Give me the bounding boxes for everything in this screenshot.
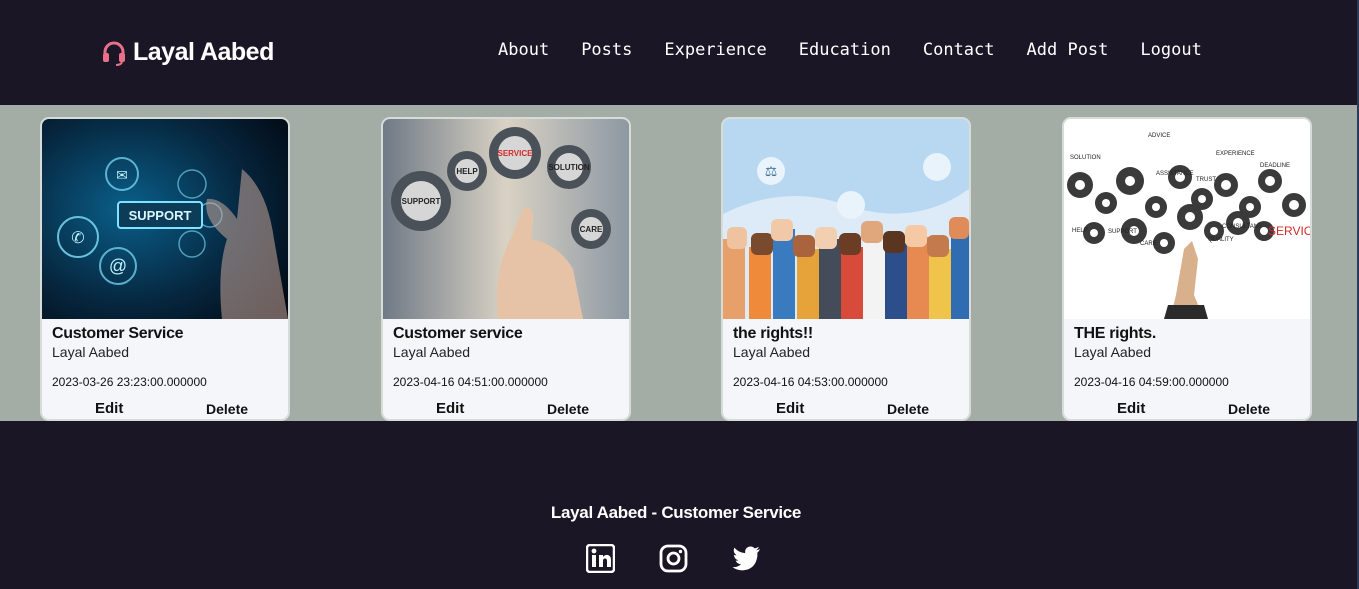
delete-button[interactable]: Delete	[547, 401, 589, 417]
nav-about[interactable]: About	[498, 40, 549, 60]
delete-button[interactable]: Delete	[887, 401, 929, 417]
svg-text:✉: ✉	[116, 167, 128, 183]
post-image-gears-network: SOLUTION ADVICE EXPERIENCE ASSISTANCE TR…	[1064, 119, 1310, 319]
svg-text:SOLUTION: SOLUTION	[548, 163, 590, 172]
brand-link[interactable]: Layal Aabed	[101, 38, 274, 67]
post-author: Layal Aabed	[393, 344, 471, 360]
edit-button[interactable]: Edit	[1117, 400, 1145, 417]
edit-button[interactable]: Edit	[95, 400, 123, 417]
post-card: SOLUTION ADVICE EXPERIENCE ASSISTANCE TR…	[1062, 117, 1312, 421]
post-title: Customer Service	[52, 325, 184, 342]
svg-text:SERVICE: SERVICE	[498, 149, 534, 158]
footer: Layal Aabed - Customer Service	[0, 421, 1357, 589]
instagram-link[interactable]	[659, 544, 688, 573]
svg-text:SUPPORT: SUPPORT	[402, 197, 441, 206]
edit-button[interactable]: Edit	[436, 400, 464, 417]
svg-text:SOLUTION: SOLUTION	[1070, 155, 1101, 161]
nav-menu: About Posts Experience Education Contact…	[498, 40, 1234, 60]
nav-education[interactable]: Education	[799, 40, 891, 60]
post-card: ⚖ the rights!! Layal Aabed 2023-04-16 04…	[721, 117, 971, 421]
post-image-support: SUPPORT ✆ @ ✉	[42, 119, 288, 319]
svg-text:SUPPORT: SUPPORT	[1108, 229, 1137, 235]
posts-section: SUPPORT ✆ @ ✉ Customer Service Layal Aab…	[0, 105, 1357, 421]
brand-name: Layal Aabed	[133, 38, 274, 66]
svg-text:@: @	[109, 256, 127, 276]
edit-button[interactable]: Edit	[776, 400, 804, 417]
post-date: 2023-04-16 04:53:00.000000	[733, 375, 888, 389]
linkedin-link[interactable]	[586, 544, 615, 573]
svg-text:ADVICE: ADVICE	[1148, 133, 1170, 139]
headset-icon	[103, 41, 125, 66]
post-author: Layal Aabed	[52, 344, 130, 360]
post-date: 2023-04-16 04:59:00.000000	[1074, 375, 1229, 389]
delete-button[interactable]: Delete	[206, 401, 248, 417]
twitter-icon	[732, 546, 761, 571]
post-image-raised-fists: ⚖	[723, 119, 969, 319]
post-title: Customer service	[393, 325, 523, 342]
post-author: Layal Aabed	[733, 344, 811, 360]
post-image-gears: SUPPORT HELP SERVICE SOLUTION CARE	[383, 119, 629, 319]
post-title: the rights!!	[733, 325, 813, 342]
post-date: 2023-03-26 23:23:00.000000	[52, 375, 207, 389]
svg-text:HELP: HELP	[1072, 228, 1088, 234]
twitter-link[interactable]	[732, 544, 761, 573]
post-card: SUPPORT HELP SERVICE SOLUTION CARE Custo…	[381, 117, 631, 421]
svg-text:CONSULTANT: CONSULTANT	[1222, 224, 1262, 230]
instagram-icon	[659, 544, 688, 573]
nav-logout[interactable]: Logout	[1140, 40, 1201, 60]
svg-text:SERVICE: SERVICE	[1268, 224, 1310, 238]
svg-text:CARE: CARE	[1140, 241, 1157, 247]
nav-posts[interactable]: Posts	[581, 40, 632, 60]
footer-text: Layal Aabed - Customer Service	[550, 503, 802, 522]
post-date: 2023-04-16 04:51:00.000000	[393, 375, 548, 389]
svg-text:QUALITY: QUALITY	[1208, 237, 1234, 243]
svg-text:HELP: HELP	[456, 167, 478, 176]
svg-text:ASSISTANCE: ASSISTANCE	[1156, 171, 1194, 177]
social-links	[586, 544, 761, 573]
linkedin-icon	[586, 544, 615, 573]
svg-text:DEADLINE: DEADLINE	[1260, 163, 1290, 169]
post-author: Layal Aabed	[1074, 344, 1152, 360]
navbar: Layal Aabed About Posts Experience Educa…	[0, 0, 1357, 105]
nav-add-post[interactable]: Add Post	[1027, 40, 1109, 60]
svg-text:EXPERIENCE: EXPERIENCE	[1216, 151, 1255, 157]
nav-experience[interactable]: Experience	[664, 40, 766, 60]
post-card: SUPPORT ✆ @ ✉ Customer Service Layal Aab…	[40, 117, 290, 421]
post-title: THE rights.	[1074, 325, 1157, 342]
svg-text:TRUST: TRUST	[1196, 177, 1216, 183]
nav-contact[interactable]: Contact	[923, 40, 995, 60]
svg-text:CARE: CARE	[580, 225, 603, 234]
svg-text:✆: ✆	[71, 230, 84, 247]
delete-button[interactable]: Delete	[1228, 401, 1270, 417]
svg-text:SUPPORT: SUPPORT	[129, 208, 192, 223]
svg-text:⚖: ⚖	[765, 163, 778, 179]
